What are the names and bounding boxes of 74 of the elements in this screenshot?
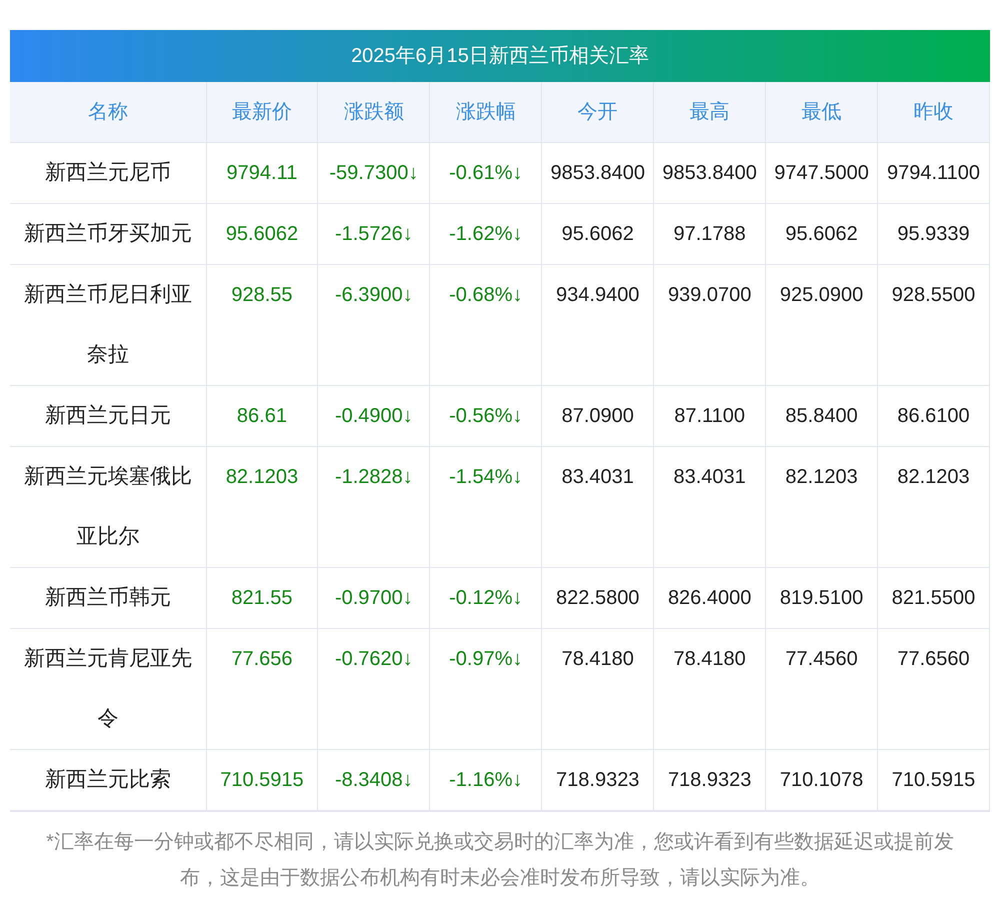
change-percent: -1.16%↓ <box>449 768 522 790</box>
latest-price: 82.1203 <box>226 466 298 488</box>
change-percent: -0.68%↓ <box>449 284 522 306</box>
table-cell: 85.8400 <box>785 404 858 426</box>
table-cell: 77.4560 <box>785 648 858 670</box>
table-cell: 9747.5000 <box>774 162 869 184</box>
currency-pair-name: 新西兰币尼日利亚奈拉 <box>22 282 193 368</box>
table-cell: 95.6062 <box>562 222 634 244</box>
latest-price: 710.5915 <box>220 768 304 790</box>
footnote: *汇率在每一分钟或都不尽相同，请以实际兑换或交易时的汇率为准，您或许看到有些数据延迟或提前发布，这是由于数据公布机构有时未必会准时发布所导致，请以实际为准。 <box>10 810 990 896</box>
currency-pair-name: 新西兰元日元 <box>44 402 172 428</box>
column-header: 涨跌幅 <box>430 82 542 142</box>
change-amount: -8.3408↓ <box>334 768 413 790</box>
column-header: 名称 <box>10 82 206 142</box>
table-cell: 710.5915 <box>892 768 976 790</box>
column-header: 昨收 <box>878 82 990 142</box>
change-percent: -0.12%↓ <box>449 586 522 608</box>
latest-price: 86.61 <box>236 404 287 426</box>
table-cell: 821.5500 <box>892 586 976 608</box>
column-header: 最高 <box>654 82 766 142</box>
table-cell: 822.5800 <box>556 586 640 608</box>
table-cell: 83.4031 <box>562 466 634 488</box>
change-percent: -1.54%↓ <box>449 466 522 488</box>
table-cell: 9853.8400 <box>662 162 757 184</box>
table-cell: 925.0900 <box>780 284 864 306</box>
latest-price: 821.55 <box>231 586 293 608</box>
latest-price: 77.656 <box>231 648 293 670</box>
latest-price: 928.55 <box>231 284 293 306</box>
change-amount: -1.5726↓ <box>334 222 413 244</box>
table-cell: 819.5100 <box>780 586 864 608</box>
change-percent: -0.61%↓ <box>449 162 522 184</box>
currency-pair-name: 新西兰元肯尼亚先令 <box>22 646 193 732</box>
table-cell: 9794.1100 <box>886 162 980 184</box>
table-cell: 87.1100 <box>674 404 746 426</box>
change-amount: -6.3900↓ <box>334 284 413 306</box>
column-header: 最低 <box>766 82 878 142</box>
table-cell: 934.9400 <box>556 284 640 306</box>
currency-pair-name: 新西兰元比索 <box>44 766 172 792</box>
table-cell: 718.9323 <box>668 768 752 790</box>
table-cell: 86.6100 <box>897 404 970 426</box>
currency-pair-name: 新西兰元尼币 <box>44 160 172 186</box>
table-cell: 95.9339 <box>897 222 970 244</box>
table-cell: 82.1203 <box>785 466 858 488</box>
table-cell: 710.1078 <box>780 768 864 790</box>
table-cell: 82.1203 <box>897 466 970 488</box>
table-cell: 78.4180 <box>562 648 634 670</box>
table-cell: 77.6560 <box>897 648 970 670</box>
column-header: 涨跌额 <box>318 82 430 142</box>
table-cell: 9853.8400 <box>550 162 645 184</box>
change-amount: -0.7620↓ <box>334 648 413 670</box>
change-amount: -0.4900↓ <box>334 404 413 426</box>
table-cell: 78.4180 <box>674 648 746 670</box>
table-cell: 939.0700 <box>668 284 752 306</box>
table-cell: 87.0900 <box>562 404 634 426</box>
column-header: 最新价 <box>206 82 318 142</box>
change-amount: -1.2828↓ <box>334 466 413 488</box>
currency-pair-name: 新西兰元埃塞俄比亚比尔 <box>22 464 193 550</box>
currency-pair-name: 新西兰币韩元 <box>44 584 172 610</box>
currency-pair-name: 新西兰币牙买加元 <box>22 220 193 246</box>
latest-price: 95.6062 <box>226 222 298 244</box>
change-percent: -0.97%↓ <box>449 648 522 670</box>
table-cell: 97.1788 <box>674 222 746 244</box>
change-percent: -1.62%↓ <box>449 222 522 244</box>
latest-price: 9794.11 <box>226 162 298 184</box>
column-header: 今开 <box>542 82 654 142</box>
table-title: 2025年6月15日新西兰币相关汇率 <box>10 30 990 82</box>
change-percent: -0.56%↓ <box>449 404 522 426</box>
table-cell: 83.4031 <box>674 466 746 488</box>
table-cell: 718.9323 <box>556 768 640 790</box>
table-cell: 928.5500 <box>892 284 976 306</box>
change-amount: -0.9700↓ <box>334 586 413 608</box>
table-cell: 826.4000 <box>668 586 752 608</box>
change-amount: -59.7300↓ <box>329 162 418 184</box>
table-cell: 95.6062 <box>785 222 858 244</box>
